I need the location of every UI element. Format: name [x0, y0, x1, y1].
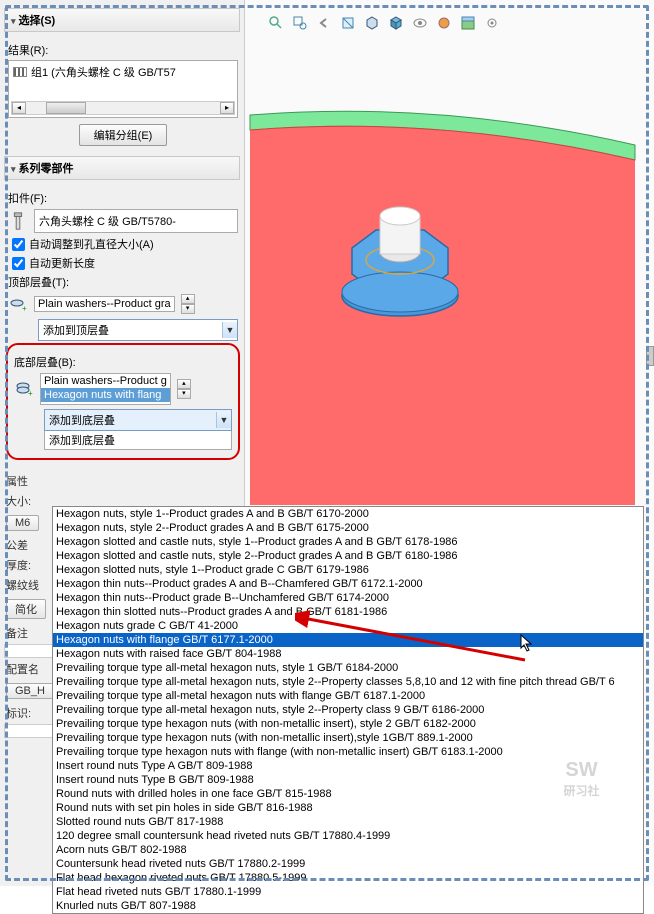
zoom-area-icon[interactable] — [289, 12, 311, 34]
bottom-stack-item2[interactable]: Hexagon nuts with flang — [41, 388, 170, 402]
section-series[interactable]: 系列零部件 — [4, 156, 240, 180]
dropdown-item[interactable]: Hexagon slotted nuts, style 1--Product g… — [53, 563, 643, 577]
dropdown-item[interactable]: Hexagon nuts grade C GB/T 41-2000 — [53, 619, 643, 633]
dropdown-item[interactable]: Acorn nuts GB/T 802-1988 — [53, 843, 643, 857]
group-icon — [13, 67, 27, 77]
prev-view-icon[interactable] — [313, 12, 335, 34]
simplify-button[interactable]: 简化 — [6, 599, 46, 619]
result-text: 组1 (六角头螺栓 C 级 GB/T57 — [31, 64, 176, 80]
view-orient-icon[interactable] — [361, 12, 383, 34]
edit-appearance-icon[interactable] — [433, 12, 455, 34]
dropdown-item[interactable]: 120 degree small countersunk head rivete… — [53, 829, 643, 843]
bolt-icon — [8, 210, 28, 232]
view-settings-icon[interactable] — [481, 12, 503, 34]
result-scrollbar[interactable]: ◂▸ — [11, 101, 235, 115]
washer-add-icon: + — [8, 293, 28, 315]
top-stack-label: 顶部层叠(T): — [8, 274, 238, 290]
result-item[interactable]: 组1 (六角头螺栓 C 级 GB/T57 — [11, 63, 235, 81]
dropdown-item[interactable]: Countersunk head riveted nuts GB/T 17880… — [53, 857, 643, 871]
dropdown-item[interactable]: Hexagon slotted and castle nuts, style 2… — [53, 549, 643, 563]
dropdown-item[interactable]: Slotted round nuts GB/T 817-1988 — [53, 815, 643, 829]
dropdown-item[interactable]: Flat head hexagon riveted nuts GB/T 1788… — [53, 871, 643, 885]
apply-scene-icon[interactable] — [457, 12, 479, 34]
dropdown-item[interactable]: Hexagon nuts with raised face GB/T 804-1… — [53, 647, 643, 661]
display-style-icon[interactable] — [385, 12, 407, 34]
dropdown-item[interactable]: Round nuts with set pin holes in side GB… — [53, 801, 643, 815]
edit-group-button[interactable]: 编辑分组(E) — [79, 124, 168, 146]
washer-add-icon-bottom: + — [14, 378, 34, 400]
section-select[interactable]: 选择(S) — [4, 8, 240, 32]
m6-button[interactable]: M6 — [6, 515, 39, 531]
result-list[interactable]: 组1 (六角头螺栓 C 级 GB/T57 ◂▸ — [8, 60, 238, 118]
dropdown-item[interactable]: Hexagon thin slotted nuts--Product grade… — [53, 605, 643, 619]
bottom-stack-label: 底部层叠(B): — [14, 354, 232, 370]
top-stack-list[interactable]: Plain washers--Product gra — [34, 296, 175, 312]
fastener-label: 扣件(F): — [8, 190, 238, 206]
fastener-field[interactable]: 六角头螺栓 C 级 GB/T5780- — [34, 209, 238, 233]
bottom-stack-subopt[interactable]: 添加到底层叠 — [44, 431, 232, 450]
bottom-stack-list[interactable]: Plain washers--Product g Hexagon nuts wi… — [40, 373, 171, 405]
bottom-stack-highlighted: 底部层叠(B): + Plain washers--Product g Hexa… — [6, 343, 240, 460]
dropdown-item[interactable]: Flat head riveted nuts GB/T 17880.1-1999 — [53, 885, 643, 899]
hide-show-icon[interactable] — [409, 12, 431, 34]
dropdown-item[interactable]: Hexagon nuts, style 2--Product grades A … — [53, 521, 643, 535]
section-view-icon[interactable] — [337, 12, 359, 34]
nut-type-dropdown[interactable]: Hexagon nuts, style 1--Product grades A … — [52, 506, 644, 914]
dropdown-item[interactable]: Round nuts with drilled holes in one fac… — [53, 787, 643, 801]
bottom-stack-spinner[interactable]: ▴▾ — [177, 379, 191, 399]
view-toolbar — [265, 12, 503, 34]
panel-resize-handle[interactable] — [646, 346, 654, 366]
auto-length-check[interactable]: 自动更新长度 — [12, 255, 238, 271]
bottom-stack-item1[interactable]: Plain washers--Product g — [41, 374, 170, 388]
dropdown-item[interactable]: Prevailing torque type all-metal hexagon… — [53, 689, 643, 703]
result-label: 结果(R): — [8, 42, 238, 58]
dropdown-item[interactable]: Knurled nuts GB/T 807-1988 — [53, 899, 643, 913]
gbh-button[interactable]: GB_H — [6, 683, 54, 699]
dropdown-item[interactable]: Hexagon thin nuts--Product grade B--Unch… — [53, 591, 643, 605]
auto-diameter-check[interactable]: 自动调整到孔直径大小(A) — [12, 236, 238, 252]
top-stack-combo[interactable]: 添加到顶层叠▼ — [38, 319, 238, 341]
dropdown-item[interactable]: Hexagon nuts with flange GB/T 6177.1-200… — [53, 633, 643, 647]
dropdown-item[interactable]: Prevailing torque type hexagon nuts (wit… — [53, 731, 643, 745]
dropdown-item[interactable]: Prevailing torque type all-metal hexagon… — [53, 661, 643, 675]
top-stack-spinner[interactable]: ▴▾ — [181, 294, 195, 314]
dropdown-item[interactable]: Hexagon nuts, style 1--Product grades A … — [53, 507, 643, 521]
dropdown-item[interactable]: Hexagon slotted and castle nuts, style 1… — [53, 535, 643, 549]
dropdown-item[interactable]: Prevailing torque type hexagon nuts with… — [53, 745, 643, 759]
dropdown-item[interactable]: Insert round nuts Type A GB/T 809-1988 — [53, 759, 643, 773]
zoom-fit-icon[interactable] — [265, 12, 287, 34]
auto-diameter-checkbox[interactable] — [12, 238, 25, 251]
dropdown-item[interactable]: Insert round nuts Type B GB/T 809-1988 — [53, 773, 643, 787]
auto-length-checkbox[interactable] — [12, 257, 25, 270]
dropdown-item[interactable]: Prevailing torque type all-metal hexagon… — [53, 703, 643, 717]
dropdown-item[interactable]: Prevailing torque type all-metal hexagon… — [53, 675, 643, 689]
3d-model — [245, 45, 640, 505]
dropdown-item[interactable]: Prevailing torque type hexagon nuts (wit… — [53, 717, 643, 731]
bottom-stack-combo[interactable]: 添加到底层叠▼ — [44, 409, 232, 431]
svg-text:+: + — [22, 304, 27, 313]
dropdown-item[interactable]: Hexagon thin nuts--Product grades A and … — [53, 577, 643, 591]
cursor-icon — [520, 634, 534, 657]
svg-text:+: + — [28, 389, 33, 398]
